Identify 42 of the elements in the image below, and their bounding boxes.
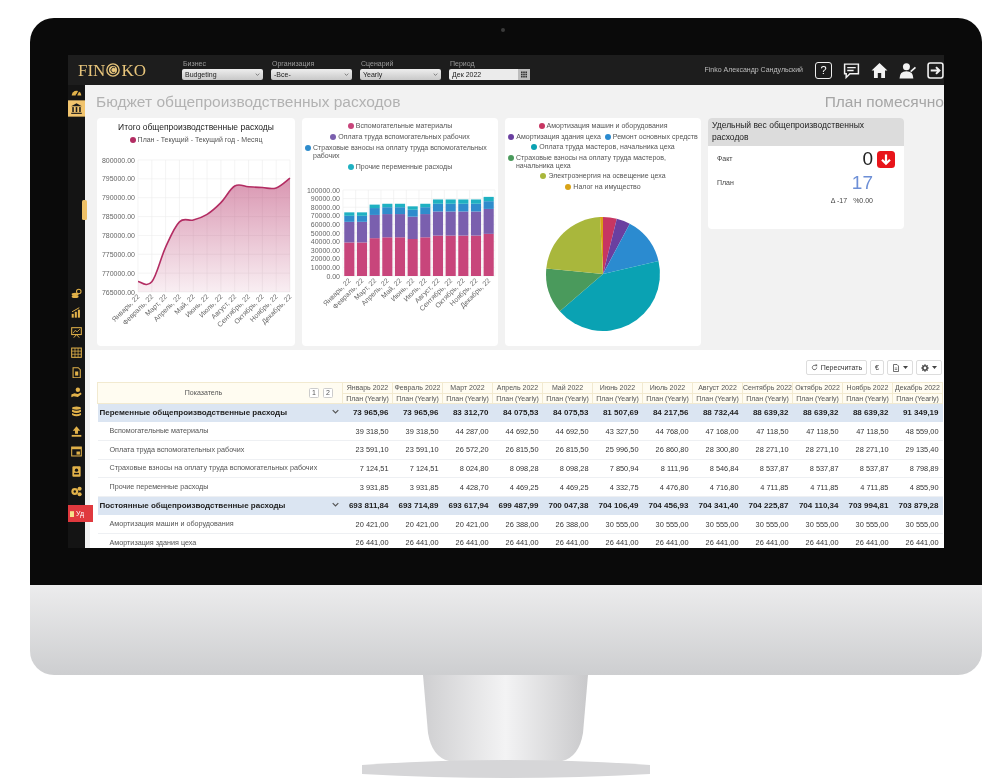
camera-icon <box>501 28 505 32</box>
help-button[interactable]: ? <box>815 61 832 79</box>
hand-coin-icon[interactable] <box>71 386 82 398</box>
id-card-icon[interactable] <box>71 465 82 477</box>
fact-value: 0 <box>862 148 873 170</box>
coins-icon[interactable] <box>71 287 82 299</box>
chat-icon[interactable] <box>843 61 860 79</box>
presentation-icon[interactable] <box>71 327 82 339</box>
chevron-icon <box>344 73 349 76</box>
coin-icon <box>106 63 121 77</box>
logout-icon[interactable] <box>927 61 944 79</box>
user-icon[interactable] <box>899 61 916 79</box>
export-button[interactable] <box>887 360 913 375</box>
building-icon[interactable] <box>68 99 85 118</box>
chevron-icon[interactable] <box>331 409 339 415</box>
database-icon[interactable] <box>71 406 82 418</box>
caret-icon <box>903 366 908 369</box>
settings-button[interactable] <box>916 360 942 375</box>
chevron-icon[interactable] <box>331 502 339 507</box>
view-title: План помесячно <box>824 93 944 110</box>
logo-text: FIN <box>78 61 106 79</box>
window-icon[interactable] <box>71 446 82 457</box>
card-header: Удельный вес общепроизводственных расходов <box>708 118 904 146</box>
upload-icon[interactable] <box>71 426 82 438</box>
document-icon[interactable] <box>71 366 82 378</box>
chart-title: Итого общепроизводственные расходы <box>117 122 275 133</box>
trash-icon <box>70 510 74 517</box>
caret-icon <box>932 366 937 369</box>
page-title: Бюджет общепроизводственных расходов <box>96 93 401 110</box>
gears-icon[interactable] <box>71 485 82 497</box>
home-icon[interactable] <box>871 61 888 79</box>
plan-value: 17 <box>851 172 873 194</box>
calendar-icon[interactable] <box>518 69 530 80</box>
sidebar-handle-icon[interactable] <box>82 200 87 220</box>
bar-chart-icon[interactable] <box>71 307 82 319</box>
chevron-icon <box>255 73 260 76</box>
refresh-icon <box>810 364 818 371</box>
file-icon <box>892 363 900 372</box>
logo-text: KO <box>121 61 146 79</box>
chevron-icon <box>433 73 438 76</box>
grid-icon[interactable] <box>71 347 82 358</box>
settings-icon <box>921 363 929 372</box>
